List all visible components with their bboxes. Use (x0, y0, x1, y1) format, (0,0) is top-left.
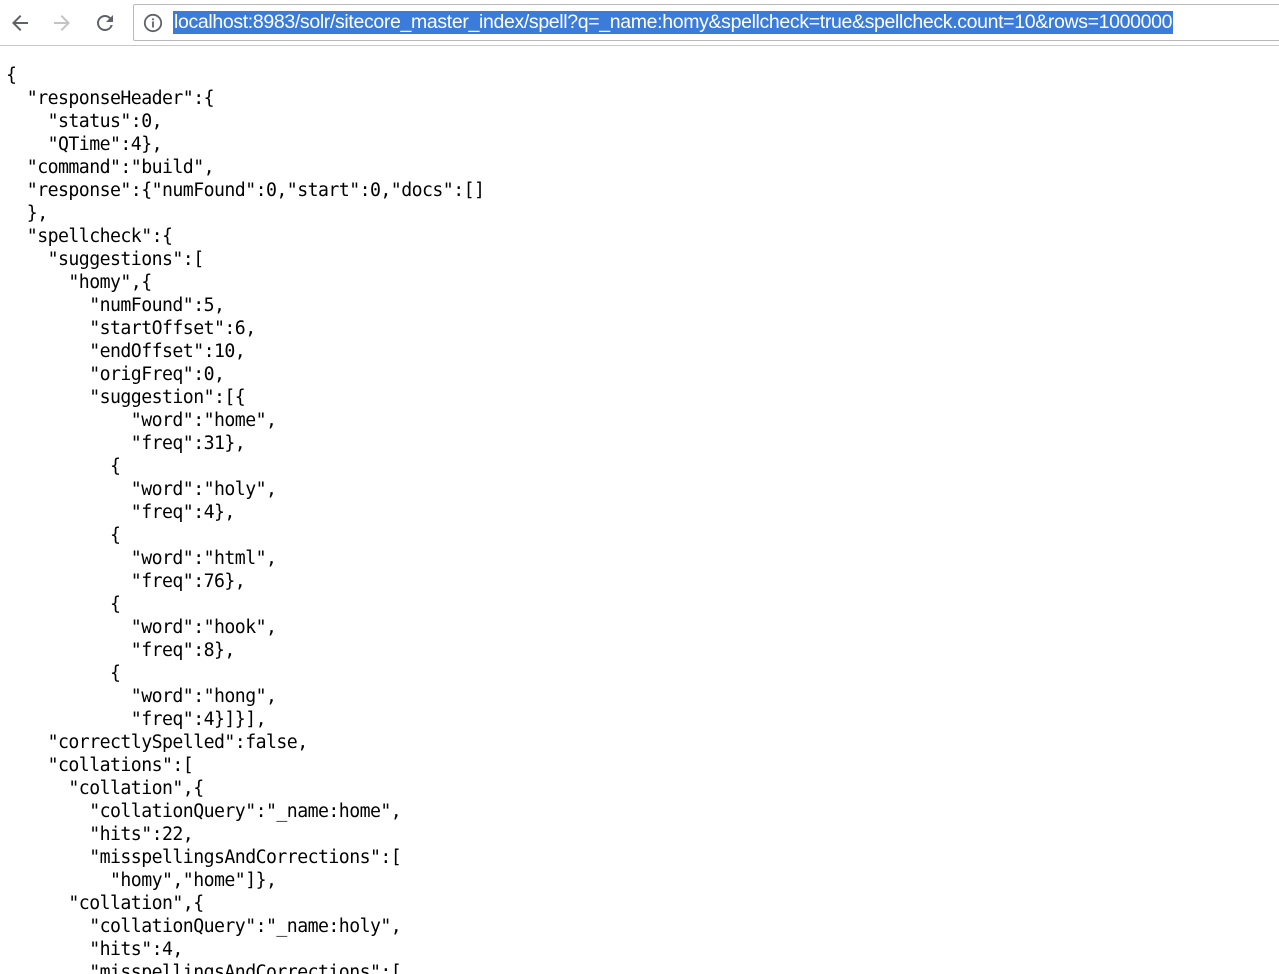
json-line: "freq":4}, (6, 502, 236, 523)
address-bar[interactable]: localhost:8983/solr/sitecore_master_inde… (133, 4, 1279, 41)
json-line: "homy","home"]}, (6, 870, 277, 891)
json-line: { (6, 594, 121, 615)
json-line: "command":"build", (6, 157, 215, 178)
arrow-right-icon (54, 15, 70, 31)
back-button[interactable] (4, 7, 36, 39)
json-line: "collations":[ (6, 755, 194, 776)
json-line: { (6, 65, 17, 86)
json-line: "word":"hook", (6, 617, 277, 638)
json-line: "hits":4, (6, 939, 183, 960)
json-line: "hits":22, (6, 824, 194, 845)
json-line: }, (6, 203, 48, 224)
json-line: "QTime":4}, (6, 134, 163, 155)
browser-toolbar: localhost:8983/solr/sitecore_master_inde… (0, 0, 1279, 46)
json-line: "freq":8}, (6, 640, 236, 661)
json-line: "collation",{ (6, 893, 204, 914)
json-line: "freq":31}, (6, 433, 246, 454)
json-line: "collationQuery":"_name:home", (6, 801, 402, 822)
json-line: "homy",{ (6, 272, 152, 293)
json-response-text: { "responseHeader":{ "status":0, "QTime"… (6, 64, 1276, 974)
json-line: "status":0, (6, 111, 163, 132)
reload-button[interactable] (89, 7, 121, 39)
arrow-left-icon (12, 15, 28, 31)
json-line: "startOffset":6, (6, 318, 256, 339)
json-line: { (6, 456, 121, 477)
json-line: "word":"home", (6, 410, 277, 431)
page-content: { "responseHeader":{ "status":0, "QTime"… (6, 64, 1276, 974)
info-icon[interactable] (143, 13, 163, 33)
reload-icon (97, 14, 113, 31)
json-line: "word":"holy", (6, 479, 277, 500)
json-line: "responseHeader":{ (6, 88, 215, 109)
json-line: "freq":4}]}], (6, 709, 267, 730)
json-line: "freq":76}, (6, 571, 246, 592)
json-line: "endOffset":10, (6, 341, 246, 362)
url-text[interactable]: localhost:8983/solr/sitecore_master_inde… (173, 11, 1174, 34)
json-line: { (6, 525, 121, 546)
json-line: "collation",{ (6, 778, 204, 799)
json-line: "correctlySpelled":false, (6, 732, 309, 753)
json-line: "origFreq":0, (6, 364, 225, 385)
json-line: "misspellingsAndCorrections":[ (6, 962, 402, 974)
json-line: "misspellingsAndCorrections":[ (6, 847, 402, 868)
json-line: { (6, 663, 121, 684)
forward-button[interactable] (46, 7, 78, 39)
json-line: "suggestion":[{ (6, 387, 246, 408)
json-line: "suggestions":[ (6, 249, 205, 270)
json-line: "collationQuery":"_name:holy", (6, 916, 402, 937)
json-line: "spellcheck":{ (6, 226, 173, 247)
json-line: "word":"hong", (6, 686, 277, 707)
json-line: "response":{"numFound":0,"start":0,"docs… (6, 180, 485, 201)
json-line: "word":"html", (6, 548, 277, 569)
json-line: "numFound":5, (6, 295, 225, 316)
